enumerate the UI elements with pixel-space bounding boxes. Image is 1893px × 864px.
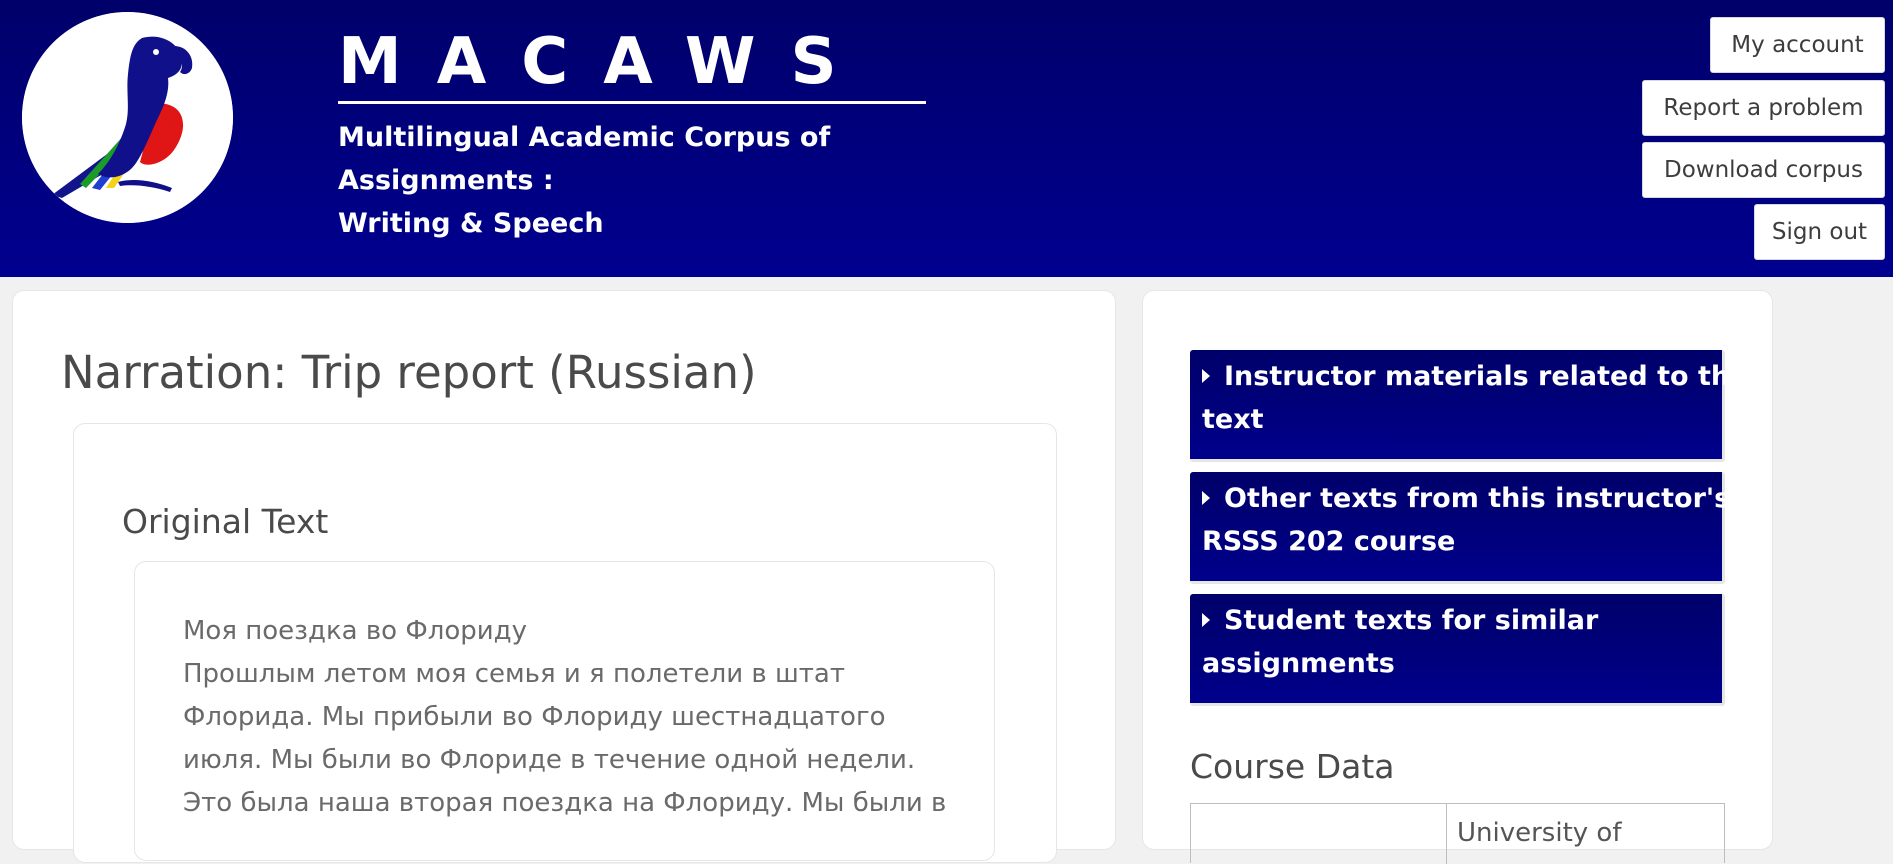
caret-right-icon xyxy=(1202,491,1210,505)
other-texts-accordion[interactable]: Other texts from this instructor's RSSS … xyxy=(1190,472,1730,584)
course-data-table: University of xyxy=(1190,803,1725,864)
subtitle-line: Multilingual Academic Corpus of xyxy=(338,122,831,153)
page-title: Narration: Trip report (Russian) xyxy=(61,346,757,399)
title-divider xyxy=(338,101,926,104)
accordion-label: Student texts for similar xyxy=(1224,605,1599,636)
similar-assignments-accordion[interactable]: Student texts for similar assignments xyxy=(1190,594,1725,706)
report-problem-button[interactable]: Report a problem xyxy=(1642,80,1885,136)
sign-out-button[interactable]: Sign out xyxy=(1754,204,1885,260)
accordion-label: assignments xyxy=(1202,648,1395,679)
original-text-heading: Original Text xyxy=(122,502,329,541)
caret-right-icon xyxy=(1202,613,1210,627)
download-corpus-button[interactable]: Download corpus xyxy=(1642,142,1885,198)
table-cell: University of xyxy=(1457,818,1622,848)
my-account-button[interactable]: My account xyxy=(1710,17,1885,73)
site-subtitle: Multilingual Academic Corpus of Assignme… xyxy=(338,116,878,245)
text-line: Это была наша вторая поездка на Флориду.… xyxy=(183,788,947,818)
site-title: MACAWS xyxy=(338,25,872,99)
accordion-label: Instructor materials related to this xyxy=(1224,361,1756,392)
accordion-label: text xyxy=(1202,404,1264,435)
text-line: июля. Мы были во Флориде в течение одной… xyxy=(183,745,916,775)
subtitle-line: Writing & Speech xyxy=(338,208,604,239)
instructor-materials-accordion[interactable]: Instructor materials related to this tex… xyxy=(1190,350,1755,462)
accordion-label: RSSS 202 course xyxy=(1202,526,1456,557)
macaw-logo-icon[interactable] xyxy=(22,12,233,223)
table-column-divider xyxy=(1446,804,1447,864)
text-line: Прошлым летом моя семья и я полетели в ш… xyxy=(183,659,845,689)
course-data-heading: Course Data xyxy=(1190,747,1395,786)
text-line: Моя поездка во Флориду xyxy=(183,616,528,646)
accordion-label: Other texts from this instructor's xyxy=(1224,483,1731,514)
caret-right-icon xyxy=(1202,369,1210,383)
subtitle-line: Assignments : xyxy=(338,165,554,196)
original-text-body: Моя поездка во Флориду Прошлым летом моя… xyxy=(183,610,963,825)
site-header: MACAWS Multilingual Academic Corpus of A… xyxy=(0,0,1893,277)
text-line: Флорида. Мы прибыли во Флориду шестнадца… xyxy=(183,702,886,732)
